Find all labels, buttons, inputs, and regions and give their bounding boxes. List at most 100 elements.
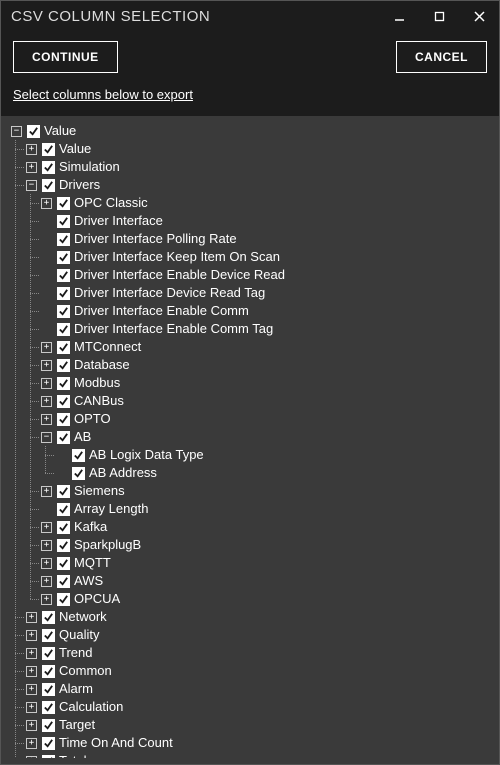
maximize-button[interactable] [419, 1, 459, 31]
expand-icon[interactable]: + [41, 576, 52, 587]
checkbox[interactable] [57, 431, 70, 444]
expand-icon[interactable]: + [26, 666, 37, 677]
collapse-icon[interactable]: − [26, 180, 37, 191]
checkbox[interactable] [57, 557, 70, 570]
checkbox[interactable] [42, 683, 55, 696]
checkbox[interactable] [57, 233, 70, 246]
tree-row[interactable]: +Network [26, 608, 499, 626]
checkbox[interactable] [27, 125, 40, 138]
continue-button[interactable]: CONTINUE [13, 41, 118, 73]
checkbox[interactable] [57, 521, 70, 534]
expand-icon[interactable]: + [41, 540, 52, 551]
tree-row[interactable]: +AWS [41, 572, 499, 590]
collapse-icon[interactable]: − [11, 126, 22, 137]
tree-row[interactable]: Array Length [41, 500, 499, 518]
tree-row[interactable]: −Drivers [26, 176, 499, 194]
tree-row[interactable]: +Quality [26, 626, 499, 644]
tree-row[interactable]: +Modbus [41, 374, 499, 392]
checkbox[interactable] [57, 359, 70, 372]
tree-row[interactable]: AB Logix Data Type [56, 446, 499, 464]
titlebar[interactable]: CSV COLUMN SELECTION [1, 1, 499, 31]
tree-row[interactable]: +OPTO [41, 410, 499, 428]
tree-scroll[interactable]: −Value+Value+Simulation−Drivers+OPC Clas… [5, 122, 499, 758]
checkbox[interactable] [42, 665, 55, 678]
checkbox[interactable] [42, 701, 55, 714]
tree-row[interactable]: +Trend [26, 644, 499, 662]
tree-row[interactable]: +Siemens [41, 482, 499, 500]
tree-row[interactable]: Driver Interface [41, 212, 499, 230]
checkbox[interactable] [57, 485, 70, 498]
tree-row[interactable]: +Time On And Count [26, 734, 499, 752]
checkbox[interactable] [72, 449, 85, 462]
tree-row[interactable]: +OPC Classic [41, 194, 499, 212]
checkbox[interactable] [42, 629, 55, 642]
expand-icon[interactable]: + [26, 612, 37, 623]
tree-row[interactable]: +Simulation [26, 158, 499, 176]
checkbox[interactable] [57, 269, 70, 282]
checkbox[interactable] [57, 575, 70, 588]
checkbox[interactable] [42, 179, 55, 192]
checkbox[interactable] [57, 413, 70, 426]
expand-icon[interactable]: + [41, 486, 52, 497]
tree-row[interactable]: Driver Interface Polling Rate [41, 230, 499, 248]
tree-row[interactable]: +MTConnect [41, 338, 499, 356]
expand-icon[interactable]: + [26, 684, 37, 695]
tree-row[interactable]: +Kafka [41, 518, 499, 536]
checkbox[interactable] [57, 305, 70, 318]
checkbox[interactable] [42, 755, 55, 759]
checkbox[interactable] [57, 251, 70, 264]
checkbox[interactable] [57, 197, 70, 210]
minimize-button[interactable] [379, 1, 419, 31]
tree-row[interactable]: +MQTT [41, 554, 499, 572]
tree-row[interactable]: +Value [26, 140, 499, 158]
tree-row[interactable]: Driver Interface Device Read Tag [41, 284, 499, 302]
tree-row[interactable]: +Alarm [26, 680, 499, 698]
expand-icon[interactable]: + [26, 720, 37, 731]
tree-row[interactable]: −AB [41, 428, 499, 446]
tree-row[interactable]: +CANBus [41, 392, 499, 410]
tree-row[interactable]: +Total [26, 752, 499, 758]
expand-icon[interactable]: + [41, 522, 52, 533]
expand-icon[interactable]: + [26, 630, 37, 641]
cancel-button[interactable]: CANCEL [396, 41, 487, 73]
tree-row[interactable]: +Database [41, 356, 499, 374]
collapse-icon[interactable]: − [41, 432, 52, 443]
tree-row[interactable]: +SparkplugB [41, 536, 499, 554]
tree-row[interactable]: +OPCUA [41, 590, 499, 608]
expand-icon[interactable]: + [41, 378, 52, 389]
expand-icon[interactable]: + [41, 414, 52, 425]
close-button[interactable] [459, 1, 499, 31]
expand-icon[interactable]: + [26, 162, 37, 173]
checkbox[interactable] [42, 719, 55, 732]
checkbox[interactable] [42, 611, 55, 624]
expand-icon[interactable]: + [41, 198, 52, 209]
expand-icon[interactable]: + [26, 738, 37, 749]
checkbox[interactable] [72, 467, 85, 480]
checkbox[interactable] [57, 593, 70, 606]
checkbox[interactable] [42, 647, 55, 660]
expand-icon[interactable]: + [41, 558, 52, 569]
checkbox[interactable] [57, 323, 70, 336]
checkbox[interactable] [42, 161, 55, 174]
expand-icon[interactable]: + [41, 360, 52, 371]
checkbox[interactable] [57, 503, 70, 516]
expand-icon[interactable]: + [26, 648, 37, 659]
tree-row[interactable]: −Value [11, 122, 499, 140]
tree-row[interactable]: Driver Interface Keep Item On Scan [41, 248, 499, 266]
tree-row[interactable]: Driver Interface Enable Comm Tag [41, 320, 499, 338]
tree-row[interactable]: Driver Interface Enable Device Read [41, 266, 499, 284]
tree-row[interactable]: +Target [26, 716, 499, 734]
tree-row[interactable]: +Calculation [26, 698, 499, 716]
tree-row[interactable]: AB Address [56, 464, 499, 482]
expand-icon[interactable]: + [26, 702, 37, 713]
checkbox[interactable] [57, 395, 70, 408]
tree-row[interactable]: +Common [26, 662, 499, 680]
expand-icon[interactable]: + [26, 144, 37, 155]
checkbox[interactable] [42, 737, 55, 750]
expand-icon[interactable]: + [41, 396, 52, 407]
checkbox[interactable] [57, 377, 70, 390]
expand-icon[interactable]: + [41, 594, 52, 605]
checkbox[interactable] [42, 143, 55, 156]
checkbox[interactable] [57, 287, 70, 300]
checkbox[interactable] [57, 215, 70, 228]
